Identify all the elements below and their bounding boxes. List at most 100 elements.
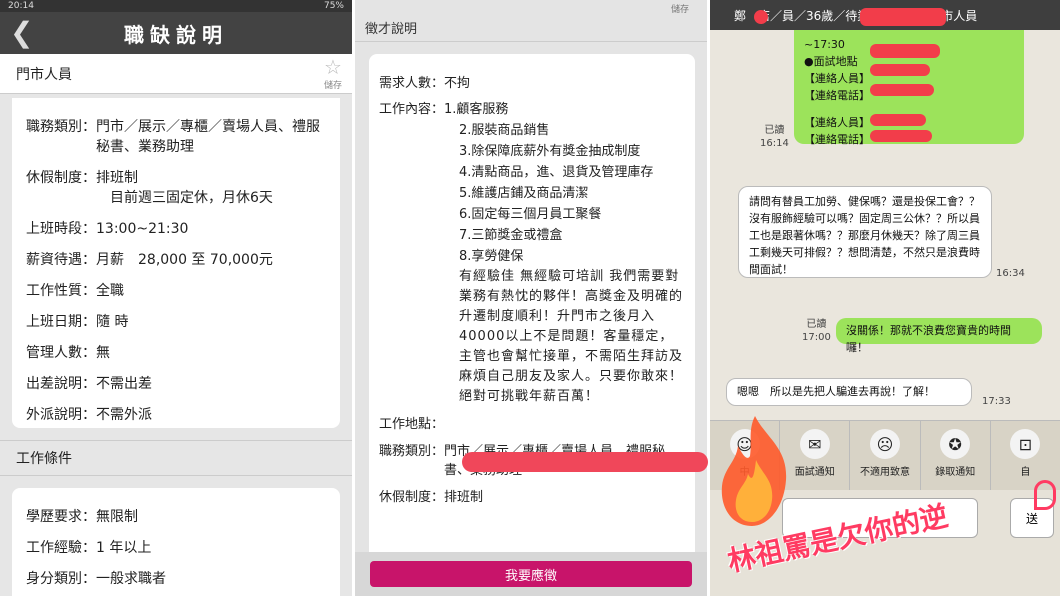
condition-row: 工作經驗： 1 年以上: [26, 538, 326, 558]
more-icon: ⊡: [1010, 429, 1041, 459]
detail-row: 工作性質： 全職: [26, 281, 326, 301]
job-details-card: 職務類別： 門市／展示／專櫃／賣場人員、禮服秘書、業務助理 休假制度： 排班制 目前…: [12, 98, 340, 428]
detail-row: 上班日期：隨 時: [26, 312, 326, 332]
detail-key: 職務類別：: [26, 119, 96, 135]
tool-hire-notice[interactable]: ✪ 錄取通知: [921, 421, 991, 490]
detail-row: 外派說明： 不需外派: [26, 405, 326, 425]
job-description: 有經驗佳 無經驗可培訓 我們需要對業務有熱忱的夥伴！高獎金及明確的升遷制度順利！…: [459, 269, 684, 404]
status-battery: 75%: [323, 1, 344, 11]
job-content-row: 工作內容：1.顧客服務: [379, 99, 685, 120]
detail-row: 管理人數：無: [26, 343, 326, 363]
save-label: 儲存: [323, 81, 342, 91]
detail-row: 出差說明： 不需出差: [26, 374, 326, 394]
condition-row: 身分類別： 一般求職者: [26, 569, 326, 589]
detail-key: 管理人數：: [26, 345, 96, 361]
condition-row: 學歷要求： 無限制: [26, 507, 326, 527]
tool-more[interactable]: ⊡ 自: [991, 421, 1060, 490]
tool-label: 自: [1020, 467, 1031, 478]
message-meta: 已讀 16:14: [760, 124, 789, 150]
redaction-mark: [870, 44, 940, 58]
tool-label: 錄取通知: [935, 467, 976, 478]
list-item: 5.維護店鋪及商品清潔: [459, 186, 589, 201]
redaction-mark: [870, 114, 926, 126]
list-item: 4.清點商品，進、退貨及管理庫存: [459, 165, 654, 180]
redaction-mark: [870, 130, 932, 142]
chat-bubble-outgoing: 沒關係！那就不浪費您寶貴的時間囉！: [836, 318, 1042, 354]
job-title: 門市人員: [16, 66, 72, 83]
detail-key: 上班日期：: [26, 314, 96, 330]
message-time: 16:34: [996, 268, 1025, 279]
status-bar: 20:14 75%: [0, 0, 352, 12]
detail-value: 排班制: [96, 170, 138, 186]
detail-value: 13:00~21:30: [96, 221, 189, 237]
content-key: 工作內容：: [379, 102, 445, 117]
detail-key: 上班時段：: [26, 221, 96, 237]
job-content-list: 工作內容：1.顧客服務 2.服裝商品銷售 3.除保障底薪外有獎金抽成制度 4.清…: [379, 99, 685, 267]
detail-row: 休假制度： 排班制: [26, 168, 326, 188]
location-row: 工作地點：: [379, 415, 685, 434]
job-detail-screen: 20:14 75% ❮ 職缺說明 門市人員 ☆ 儲存 職務類別： 門市／展示／專櫃…: [0, 0, 352, 596]
detail-key: 薪資待遇：: [26, 252, 96, 268]
save-button[interactable]: 儲存: [671, 2, 689, 15]
section-title-conditions: 工作條件: [0, 440, 352, 476]
tool-label: 不適用致意: [860, 467, 910, 478]
nav-bar: ❮ 職缺說明: [0, 12, 352, 54]
redaction-mark: [860, 8, 946, 26]
condition-key: 身分類別：: [26, 571, 96, 587]
apply-button[interactable]: 我要應徵: [370, 561, 692, 587]
detail-row: 職務類別： 門市／展示／專櫃／賣場人員、禮服秘書、業務助理: [26, 117, 326, 157]
detail-value: 無: [96, 345, 110, 361]
section-title-recruitment: 徵才說明: [355, 14, 707, 42]
tool-label: 面試通知: [794, 467, 835, 478]
list-item: 7.三節獎金或禮盒: [459, 228, 563, 243]
conditions-card: 學歷要求： 無限制 工作經驗： 1 年以上 身分類別： 一般求職者: [12, 488, 340, 596]
headcount-row: 需求人數： 不拘: [379, 74, 685, 93]
detail-value: 月薪 28,000 至 70,000元: [96, 252, 273, 268]
condition-value: 1 年以上: [96, 540, 152, 556]
list-item: 1.顧客服務: [444, 102, 509, 117]
redaction-mark: [870, 64, 930, 76]
category-key: 職務類別：: [379, 444, 445, 459]
read-receipt: 已讀: [806, 319, 827, 330]
chat-bubble-incoming: 請問有替員工加勞、健保嗎？還是投保工會？？沒有服飾經驗可以嗎？固定周三公休？？所…: [738, 186, 992, 278]
interview-envelope-icon: ✉: [799, 429, 830, 459]
detail-row: 上班時段： 13:00~21:30: [26, 219, 326, 239]
detail-value: 隨 時: [96, 314, 129, 330]
hire-icon: ✪: [940, 429, 971, 459]
read-receipt: 已讀: [764, 125, 785, 136]
page-title: 職缺說明: [124, 22, 228, 47]
detail-row: 薪資待遇： 月薪 28,000 至 70,000元: [26, 250, 326, 270]
detail-value: 門市／展示／專櫃／賣場人員、禮服秘書、業務助理: [96, 119, 320, 155]
list-item: 8.享勞健保: [459, 249, 524, 264]
chat-screen: 鄭 店／員／36歲／待業中 門市人員 ~17:30 ●面試地點 【連絡人員】 【…: [710, 0, 1060, 596]
condition-key: 學歷要求：: [26, 509, 96, 525]
condition-key: 工作經驗：: [26, 540, 96, 556]
list-item: 3.除保障底薪外有獎金抽成制度: [459, 144, 641, 159]
detail-row: 目前週三固定休，月休6天: [26, 188, 326, 208]
detail-key: 外派說明：: [26, 407, 96, 423]
redaction-mark: [462, 452, 708, 472]
list-item: 2.服裝商品銷售: [459, 123, 550, 138]
fire-icon: [721, 416, 787, 526]
job-title-bar: 門市人員 ☆ 儲存: [0, 54, 352, 94]
headcount-value: 不拘: [444, 76, 471, 91]
detail-value: 不需出差: [96, 376, 152, 392]
message-time: 17:00: [802, 332, 831, 343]
detail-value: 全職: [96, 283, 124, 299]
back-arrow-icon[interactable]: ❮: [10, 18, 33, 48]
tool-decline[interactable]: ☹ 不適用致意: [850, 421, 921, 490]
apply-bar: 我要應徵: [355, 552, 707, 596]
detail-key: 出差說明：: [26, 376, 96, 392]
question-mark-icon: [1034, 480, 1056, 510]
holiday-value: 排班制: [444, 490, 484, 505]
job-recruitment-screen: 儲存 徵才說明 需求人數： 不拘 工作內容：1.顧客服務 2.服裝商品銷售 3.除…: [355, 0, 707, 596]
redaction-mark: [870, 84, 934, 96]
recruitment-card: 需求人數： 不拘 工作內容：1.顧客服務 2.服裝商品銷售 3.除保障底薪外有獎金…: [369, 54, 695, 596]
top-strip: 儲存: [355, 0, 707, 15]
redaction-mark: [754, 10, 768, 24]
chat-bubble-incoming: 嗯嗯 所以是先把人騙進去再說！了解！: [726, 378, 972, 406]
decline-icon: ☹: [870, 429, 900, 459]
save-button[interactable]: ☆ 儲存: [324, 56, 342, 91]
detail-value: 目前週三固定休，月休6天: [110, 190, 273, 206]
